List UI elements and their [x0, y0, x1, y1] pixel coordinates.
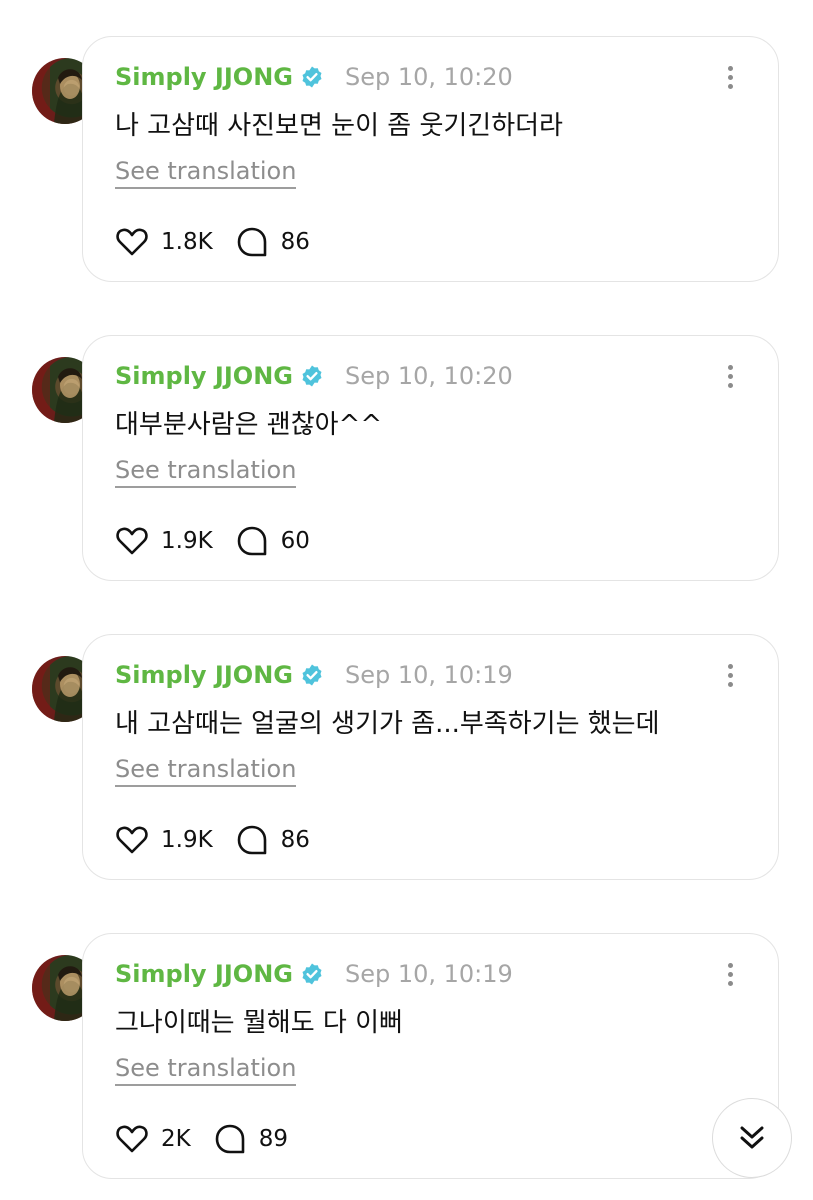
reply-count: 86	[280, 827, 310, 853]
comment-text: 그나이때는 뭘해도 다 이뻐	[115, 1008, 403, 1038]
reply-button[interactable]: 89	[213, 1122, 288, 1156]
comment-text: 대부분사람은 괜찮아^^	[115, 410, 383, 440]
see-translation-link[interactable]: See translation	[115, 1054, 297, 1086]
more-options-icon[interactable]	[720, 63, 740, 93]
like-count: 1.9K	[161, 827, 213, 853]
verified-badge-icon	[300, 364, 324, 388]
timestamp: Sep 10, 10:20	[344, 63, 513, 91]
comment-bubble-icon	[237, 227, 266, 257]
comment-card: Simply JJONG Sep 10, 10:19 내 고삼때는 얼굴의 생기…	[82, 634, 779, 880]
comment-bubble-icon	[237, 526, 266, 556]
comment-card: Simply JJONG Sep 10, 10:19 그나이때는 뭘해도 다 이…	[82, 933, 779, 1179]
username-link[interactable]: Simply JJONG	[115, 362, 293, 390]
scroll-down-button[interactable]	[712, 1098, 792, 1178]
username-link[interactable]: Simply JJONG	[115, 960, 293, 988]
comment-bubble-icon	[215, 1124, 245, 1154]
like-button[interactable]: 1.9K	[115, 823, 213, 857]
see-translation-link[interactable]: See translation	[115, 456, 297, 488]
like-button[interactable]: 2K	[115, 1122, 191, 1156]
comment-item: Simply JJONG Sep 10, 10:19 그나이때는 뭘해도 다 이…	[0, 933, 813, 1193]
see-translation-link[interactable]: See translation	[115, 755, 297, 787]
reply-button[interactable]: 86	[235, 823, 310, 857]
comment-item: Simply JJONG Sep 10, 10:19 내 고삼때는 얼굴의 생기…	[0, 634, 813, 894]
comment-item: Simply JJONG Sep 10, 10:20 나 고삼때 사진보면 눈이…	[0, 36, 813, 296]
timestamp: Sep 10, 10:19	[344, 960, 513, 988]
comment-thread: { "colors": {"username": "#5fb743", "ver…	[0, 0, 813, 1200]
see-translation-link[interactable]: See translation	[115, 157, 297, 189]
like-count: 2K	[161, 1126, 191, 1152]
reply-count: 89	[258, 1126, 288, 1152]
username-link[interactable]: Simply JJONG	[115, 661, 293, 689]
verified-badge-icon	[300, 962, 324, 986]
like-button[interactable]: 1.9K	[115, 524, 213, 558]
comment-text: 나 고삼때 사진보면 눈이 좀 웃기긴하더라	[115, 111, 563, 141]
verified-badge-icon	[300, 65, 324, 89]
like-count: 1.8K	[161, 229, 213, 255]
comment-bubble-icon	[237, 825, 266, 855]
verified-badge-icon	[300, 663, 324, 687]
comment-item: Simply JJONG Sep 10, 10:20 대부분사람은 괜찮아^^ …	[0, 335, 813, 595]
timestamp: Sep 10, 10:20	[344, 362, 513, 390]
heart-icon	[116, 527, 148, 555]
reply-button[interactable]: 86	[235, 225, 310, 259]
reply-count: 86	[280, 229, 310, 255]
comment-card: Simply JJONG Sep 10, 10:20 나 고삼때 사진보면 눈이…	[82, 36, 779, 282]
heart-icon	[116, 1125, 148, 1153]
double-chevron-down-icon	[740, 1126, 764, 1149]
timestamp: Sep 10, 10:19	[344, 661, 513, 689]
heart-icon	[116, 228, 148, 256]
heart-icon	[116, 826, 148, 854]
more-options-icon[interactable]	[720, 362, 740, 392]
like-count: 1.9K	[161, 528, 213, 554]
reply-count: 60	[280, 528, 310, 554]
like-button[interactable]: 1.8K	[115, 225, 213, 259]
comment-text: 내 고삼때는 얼굴의 생기가 좀...부족하기는 했는데	[115, 709, 660, 739]
comment-card: Simply JJONG Sep 10, 10:20 대부분사람은 괜찮아^^ …	[82, 335, 779, 581]
reply-button[interactable]: 60	[235, 524, 310, 558]
username-link[interactable]: Simply JJONG	[115, 63, 293, 91]
more-options-icon[interactable]	[720, 960, 740, 990]
more-options-icon[interactable]	[720, 661, 740, 691]
